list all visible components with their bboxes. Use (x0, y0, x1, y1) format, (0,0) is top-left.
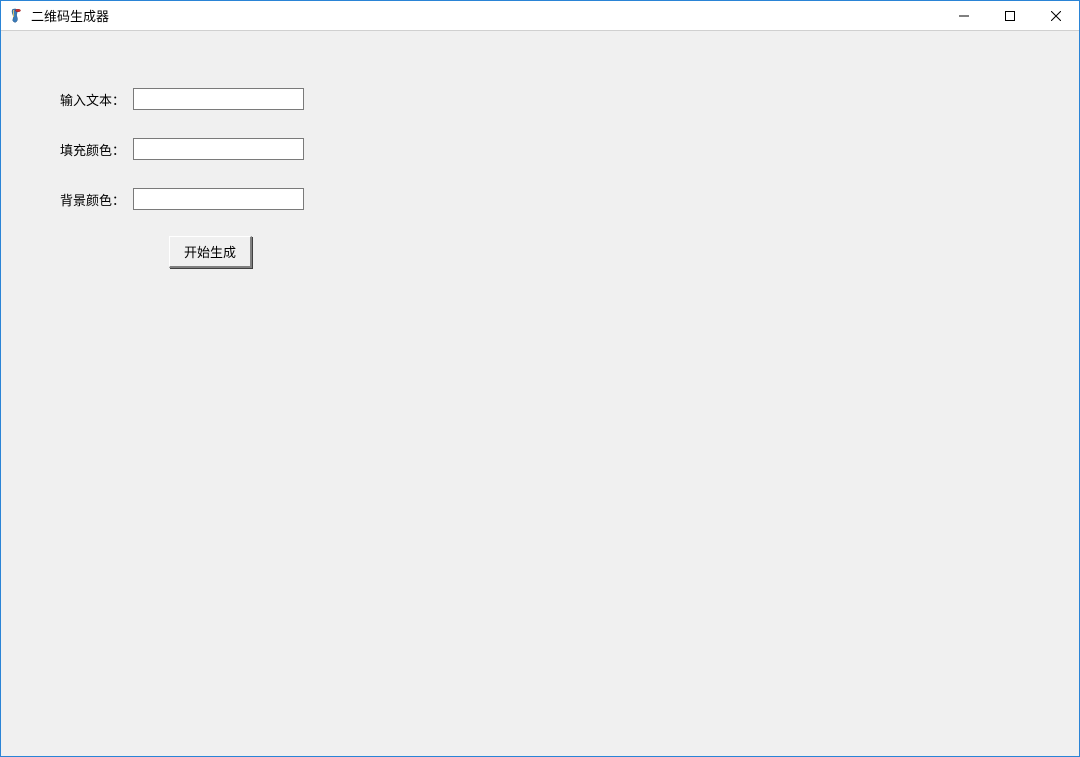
fill-color-field[interactable] (133, 138, 304, 160)
maximize-button[interactable] (987, 1, 1033, 30)
label-input-text: 输入文本： (60, 90, 125, 109)
bg-color-field[interactable] (133, 188, 304, 210)
row-fill-color: 填充颜色： (60, 138, 304, 160)
minimize-icon (959, 11, 969, 21)
row-input-text: 输入文本： (60, 88, 304, 110)
input-text-field[interactable] (133, 88, 304, 110)
window-title: 二维码生成器 (31, 6, 941, 25)
titlebar: 二维码生成器 (1, 1, 1079, 31)
minimize-button[interactable] (941, 1, 987, 30)
row-bg-color: 背景颜色： (60, 188, 304, 210)
maximize-icon (1005, 11, 1015, 21)
close-icon (1051, 11, 1061, 21)
app-window: 二维码生成器 输入文本： (0, 0, 1080, 757)
generate-button[interactable]: 开始生成 (169, 236, 252, 268)
close-button[interactable] (1033, 1, 1079, 30)
app-icon (9, 8, 25, 24)
client-area: 输入文本： 填充颜色： 背景颜色： 开始生成 (1, 31, 1079, 756)
label-bg-color: 背景颜色： (60, 190, 125, 209)
window-controls (941, 1, 1079, 30)
label-fill-color: 填充颜色： (60, 140, 125, 159)
